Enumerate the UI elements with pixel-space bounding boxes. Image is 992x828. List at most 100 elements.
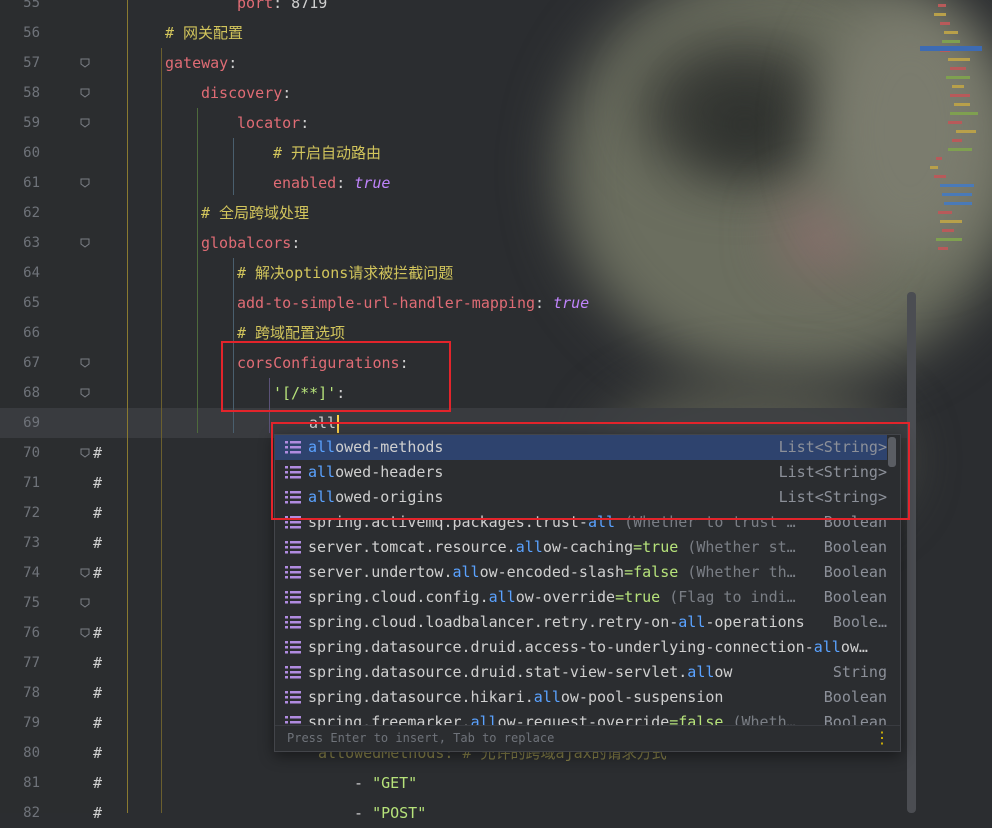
- code-text[interactable]: gateway:: [165, 48, 237, 78]
- completion-rest: ow…: [840, 638, 868, 656]
- code-minimap[interactable]: [920, 0, 992, 270]
- vertical-ellipsis-icon[interactable]: ⋮: [874, 728, 890, 747]
- code-line[interactable]: 65 add-to-simple-url-handler-mapping: tru…: [0, 288, 916, 318]
- fold-arrow-icon[interactable]: [79, 567, 91, 579]
- fold-arrow-icon[interactable]: [79, 57, 91, 69]
- code-text[interactable]: enabled: true: [273, 168, 390, 198]
- line-number: 74: [23, 565, 40, 581]
- completion-hl: all: [515, 538, 543, 556]
- code-token: discovery: [201, 84, 283, 102]
- completion-hl: all: [678, 613, 706, 631]
- code-line[interactable]: 67 corsConfigurations:: [0, 348, 916, 378]
- code-line[interactable]: 55 port: 8719: [0, 0, 916, 18]
- indent-guide: [233, 138, 234, 195]
- code-token: true: [354, 174, 391, 192]
- annotation-box-suggestions: [271, 422, 910, 520]
- code-line[interactable]: 62 # 全局跨域处理: [0, 198, 916, 228]
- code-text[interactable]: # 全局跨域处理: [201, 198, 309, 228]
- completion-item[interactable]: server.tomcat.resource.allow-caching=tru…: [275, 535, 887, 560]
- line-number: 64: [23, 265, 40, 281]
- code-line[interactable]: 56 # 网关配置: [0, 18, 916, 48]
- fold-arrow-icon[interactable]: [79, 237, 91, 249]
- line-number: 65: [23, 295, 40, 311]
- completion-item-name: spring.cloud.loadbalancer.retry.retry-on…: [308, 610, 805, 635]
- fold-arrow-icon[interactable]: [79, 357, 91, 369]
- code-token: port: [237, 0, 274, 12]
- line-number: 79: [23, 715, 40, 731]
- completion-rest: ow: [714, 663, 733, 681]
- code-token: add-to-simple-url-handler-mapping: [237, 294, 536, 312]
- line-number: 77: [23, 655, 40, 671]
- fold-arrow-icon[interactable]: [79, 87, 91, 99]
- annotation-box-cors: [221, 341, 451, 412]
- line-number: 58: [23, 85, 40, 101]
- code-token: :: [336, 174, 355, 192]
- completion-item-name: spring.datasource.druid.stat-view-servle…: [308, 660, 732, 685]
- minimap-line: [942, 193, 972, 196]
- comment-hash-gutter: #: [93, 744, 103, 762]
- completion-item-type: Boolean: [823, 538, 887, 556]
- code-text[interactable]: add-to-simple-url-handler-mapping: true: [237, 288, 589, 318]
- completion-item[interactable]: spring.cloud.config.allow-override=true …: [275, 585, 887, 610]
- completion-item-type: String: [832, 663, 887, 681]
- minimap-line: [946, 76, 970, 79]
- minimap-line: [948, 58, 970, 61]
- minimap-line: [936, 157, 942, 160]
- completion-item[interactable]: spring.datasource.hikari.allow-pool-susp…: [275, 685, 887, 710]
- comment-hash-gutter: #: [93, 684, 103, 702]
- completion-footer: Press Enter to insert, Tab to replace ⋮: [275, 725, 900, 751]
- fold-arrow-icon[interactable]: [79, 387, 91, 399]
- completion-item[interactable]: server.undertow.allow-encoded-slash=fals…: [275, 560, 887, 585]
- code-text[interactable]: # 解决options请求被拦截问题: [237, 258, 453, 288]
- code-token: :: [282, 84, 292, 102]
- comment-hash-gutter: #: [93, 474, 103, 492]
- line-number: 63: [23, 235, 40, 251]
- code-line[interactable]: 66 # 跨域配置选项: [0, 318, 916, 348]
- code-text[interactable]: globalcors:: [201, 228, 300, 258]
- fold-arrow-icon[interactable]: [79, 177, 91, 189]
- completion-item[interactable]: spring.datasource.druid.stat-view-servle…: [275, 660, 887, 685]
- code-text[interactable]: discovery:: [201, 78, 291, 108]
- property-list-icon: [285, 591, 301, 604]
- completion-item[interactable]: spring.datasource.druid.access-to-underl…: [275, 635, 887, 660]
- code-line[interactable]: 81 # - "GET": [0, 768, 916, 798]
- fold-arrow-icon[interactable]: [79, 117, 91, 129]
- code-text[interactable]: - "POST": [354, 798, 426, 828]
- fold-arrow-icon[interactable]: [79, 597, 91, 609]
- code-line[interactable]: 64 # 解决options请求被拦截问题: [0, 258, 916, 288]
- code-line[interactable]: 61 enabled: true: [0, 168, 916, 198]
- line-number: 68: [23, 385, 40, 401]
- code-line[interactable]: 60 # 开启自动路由: [0, 138, 916, 168]
- fold-arrow-icon[interactable]: [79, 627, 91, 639]
- code-line[interactable]: 82 # - "POST": [0, 798, 916, 828]
- code-token: :: [228, 54, 238, 72]
- code-line[interactable]: 59 locator:: [0, 108, 916, 138]
- comment-hash-gutter: #: [93, 654, 103, 672]
- minimap-line: [950, 94, 970, 97]
- completion-item[interactable]: spring.cloud.loadbalancer.retry.retry-on…: [275, 610, 887, 635]
- line-number: 72: [23, 505, 40, 521]
- code-text[interactable]: port: 8719: [237, 0, 327, 18]
- minimap-viewport[interactable]: [920, 46, 982, 51]
- code-text[interactable]: - "GET": [354, 768, 417, 798]
- code-text[interactable]: # 开启自动路由: [273, 138, 381, 168]
- code-token: # 解决options请求被拦截问题: [237, 264, 454, 282]
- completion-hl: all: [488, 588, 516, 606]
- code-line[interactable]: 57 gateway:: [0, 48, 916, 78]
- fold-arrow-icon[interactable]: [79, 447, 91, 459]
- code-line[interactable]: 63 globalcors:: [0, 228, 916, 258]
- code-line[interactable]: 68 '[/**]':: [0, 378, 916, 408]
- minimap-line: [952, 85, 964, 88]
- line-number: 66: [23, 325, 40, 341]
- minimap-line: [956, 130, 976, 133]
- line-number: 57: [23, 55, 40, 71]
- editor-scrollbar[interactable]: [907, 292, 916, 813]
- minimap-line: [938, 4, 946, 7]
- code-text[interactable]: # 网关配置: [165, 18, 243, 48]
- code-line[interactable]: 58 discovery:: [0, 78, 916, 108]
- minimap-line: [934, 13, 946, 16]
- completion-rest: ow-override: [515, 588, 616, 606]
- minimap-line: [936, 238, 962, 241]
- code-text[interactable]: locator:: [237, 108, 309, 138]
- line-number: 81: [23, 775, 40, 791]
